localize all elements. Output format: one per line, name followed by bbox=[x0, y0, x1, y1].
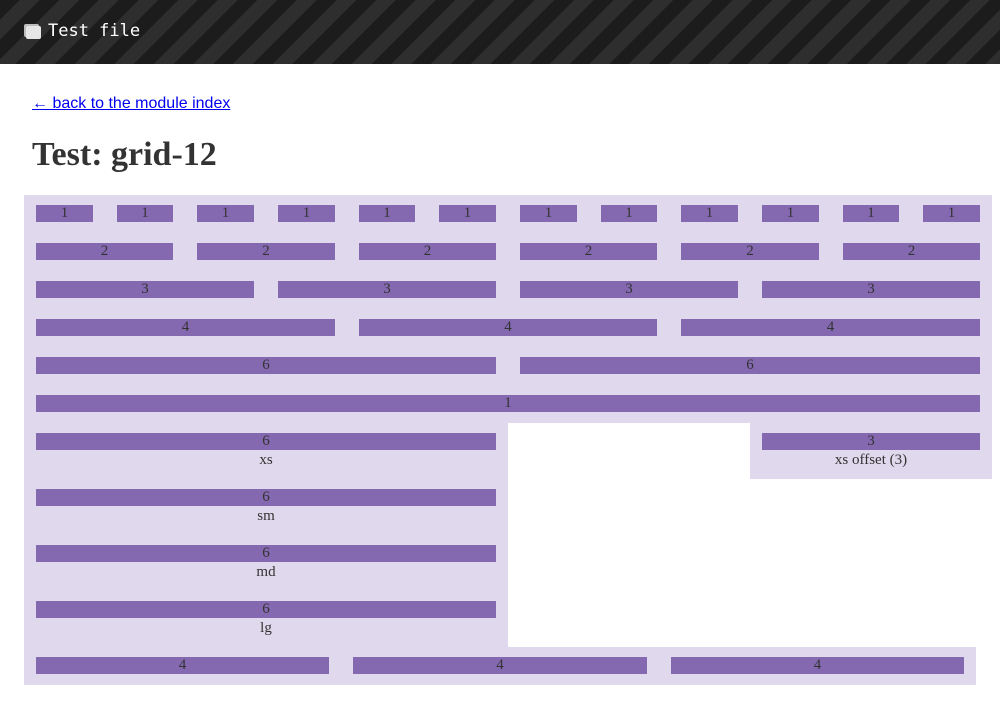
grid-cell: 1 bbox=[681, 205, 738, 222]
grid-cell: 2 bbox=[681, 243, 819, 260]
grid-cell: 2 bbox=[843, 243, 980, 260]
grid-cell-lg: 6 bbox=[36, 601, 496, 618]
grid-cell: 4 bbox=[359, 319, 657, 336]
grid-cell: 1 bbox=[197, 205, 254, 222]
grid-cell: 3 bbox=[520, 281, 738, 298]
grid-cell: 1 bbox=[762, 205, 819, 222]
grid-caption-sm: sm bbox=[257, 508, 275, 524]
grid-cell: 1 bbox=[439, 205, 496, 222]
grid-cell: 2 bbox=[520, 243, 657, 260]
grid-caption-lg: lg bbox=[260, 620, 272, 636]
grid-cell: 1 bbox=[520, 205, 577, 222]
grid-cell-xs: 6 bbox=[36, 433, 496, 450]
grid-background-main bbox=[24, 195, 992, 423]
grid-cell: 1 bbox=[278, 205, 335, 222]
page-header-title: Test file bbox=[24, 20, 140, 42]
grid-cell: 2 bbox=[197, 243, 335, 260]
grid-cell: 4 bbox=[36, 319, 335, 336]
grid-cell: 1 bbox=[843, 205, 899, 222]
header-title-text: Test file bbox=[48, 21, 141, 41]
file-icon bbox=[24, 23, 41, 39]
grid-cell-offset: 3 bbox=[762, 433, 980, 450]
page-title: Test: grid-12 bbox=[32, 136, 217, 173]
grid-cell: 4 bbox=[671, 657, 964, 674]
grid-cell: 3 bbox=[278, 281, 496, 298]
grid-cell: 2 bbox=[359, 243, 496, 260]
grid-cell: 4 bbox=[681, 319, 980, 336]
grid-cell: 6 bbox=[520, 357, 980, 374]
grid-cell: 4 bbox=[353, 657, 647, 674]
grid-cell: 1 bbox=[359, 205, 415, 222]
grid-caption-xs: xs bbox=[259, 452, 273, 468]
back-to-module-index-link[interactable]: ← back to the module index bbox=[32, 95, 230, 113]
grid-cell: 3 bbox=[762, 281, 980, 298]
grid-cell: 1 bbox=[36, 205, 93, 222]
grid-cell: 6 bbox=[36, 357, 496, 374]
grid-caption-offset: xs offset (3) bbox=[834, 452, 908, 468]
grid-cell: 3 bbox=[36, 281, 254, 298]
grid-cell-sm: 6 bbox=[36, 489, 496, 506]
grid-cell: 1 bbox=[923, 205, 980, 222]
grid-caption-md: md bbox=[256, 564, 276, 580]
grid-cell: 1 bbox=[36, 395, 980, 412]
top-bar: Test file bbox=[0, 0, 1000, 64]
grid-cell-md: 6 bbox=[36, 545, 496, 562]
grid-cell: 1 bbox=[601, 205, 657, 222]
grid-cell: 2 bbox=[36, 243, 173, 260]
grid-cell: 4 bbox=[36, 657, 329, 674]
grid-cell: 1 bbox=[117, 205, 173, 222]
